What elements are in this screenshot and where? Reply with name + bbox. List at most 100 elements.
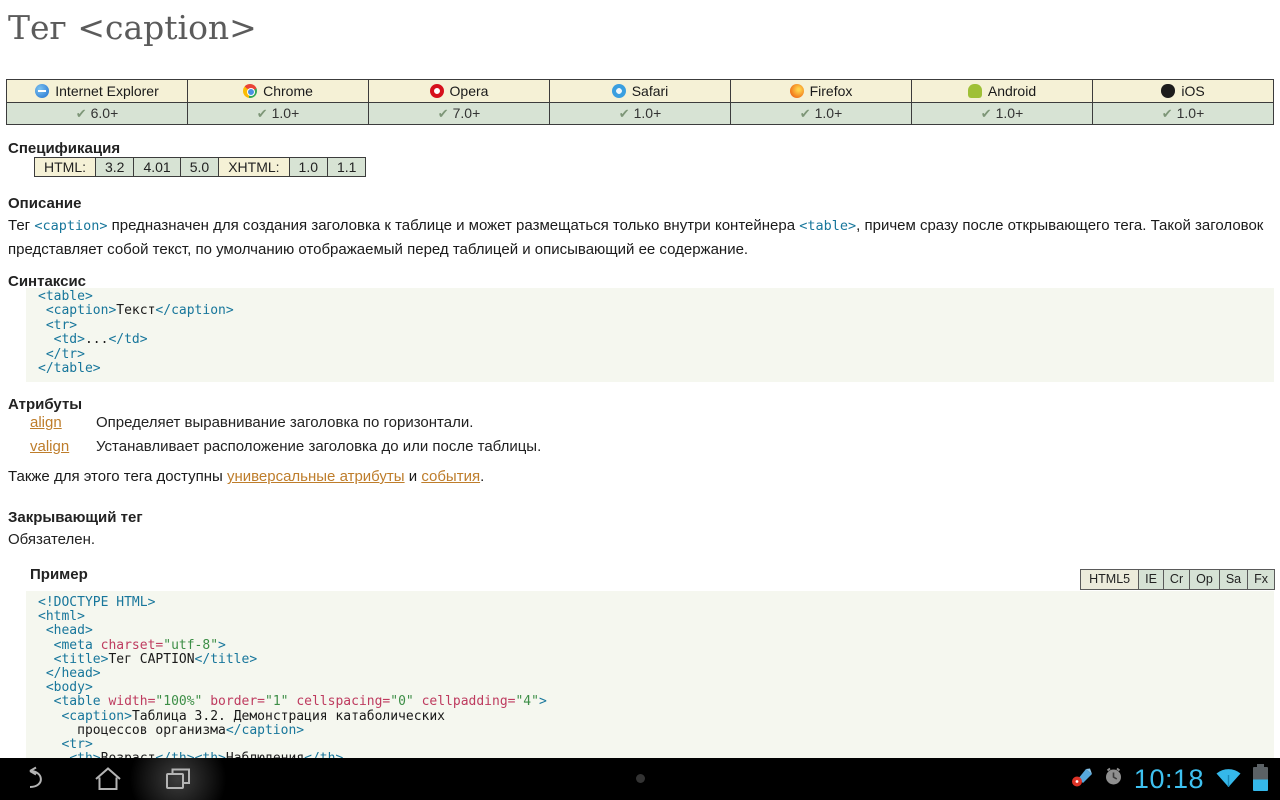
- closing-tag-heading: Закрывающий тег: [8, 509, 143, 526]
- code-line: <caption>Текст</caption>: [38, 304, 1274, 318]
- text-run: cellspacing=: [296, 694, 390, 709]
- text-run: и: [405, 468, 422, 485]
- inline-link[interactable]: универсальные атрибуты: [227, 468, 405, 485]
- wifi-icon: [1215, 766, 1242, 793]
- text-run: <tr>: [46, 318, 77, 333]
- spec-cell: 4.01: [134, 158, 180, 177]
- page-title: Тег <caption>: [8, 8, 257, 47]
- text-run: [38, 737, 61, 752]
- text-run: <caption>: [61, 709, 131, 724]
- attribute-description: Устанавливает расположение заголовка до …: [96, 438, 541, 455]
- code-line: <caption>Таблица 3.2. Демонстрация катаб…: [38, 710, 1274, 724]
- text-run: [38, 332, 54, 347]
- safari-icon: [612, 84, 626, 98]
- text-run: <meta: [54, 638, 101, 653]
- browser-version-cell: ✔6.0+: [7, 103, 188, 125]
- attributes-heading: Атрибуты: [8, 396, 82, 413]
- inline-code: <caption>: [34, 218, 107, 234]
- tab-op[interactable]: Op: [1189, 569, 1220, 590]
- syntax-code-block: <table> <caption>Текст</caption> <tr> <t…: [26, 288, 1274, 382]
- opera-icon: [430, 84, 444, 98]
- text-run: </table>: [38, 361, 101, 376]
- spec-cell: 1.0: [289, 158, 327, 177]
- text-run: [38, 623, 46, 638]
- code-line: </tr>: [38, 348, 1274, 362]
- code-line: <td>...</td>: [38, 333, 1274, 347]
- attribute-description: Определяет выравнивание заголовка по гор…: [96, 414, 473, 431]
- text-run: charset=: [101, 638, 164, 653]
- recents-icon: [163, 766, 193, 792]
- code-line: <tr>: [38, 738, 1274, 752]
- text-run: </head>: [46, 666, 101, 681]
- chrome-icon: [243, 84, 257, 98]
- check-icon: ✔: [800, 106, 811, 121]
- browser-header-cell: Opera: [369, 80, 550, 103]
- attribute-row: alignОпределяет выравнивание заголовка п…: [30, 414, 473, 431]
- tab-fx[interactable]: Fx: [1247, 569, 1275, 590]
- text-run: </td>: [108, 332, 147, 347]
- description-paragraph: Тег <caption> предназначен для создания …: [8, 214, 1272, 261]
- text-run: <title>: [54, 652, 109, 667]
- text-run: "4": [515, 694, 538, 709]
- browser-header-row: Internet ExplorerChromeOperaSafariFirefo…: [7, 80, 1274, 103]
- code-line: <title>Тег CAPTION</title>: [38, 653, 1274, 667]
- back-button[interactable]: [10, 758, 58, 800]
- browser-header-cell: Safari: [550, 80, 731, 103]
- text-run: </caption>: [226, 723, 304, 738]
- text-run: </th>: [155, 751, 194, 758]
- text-run: [38, 751, 69, 758]
- apple-icon: [1161, 84, 1175, 98]
- back-icon: [19, 766, 49, 792]
- text-run: [38, 638, 54, 653]
- specification-row: HTML:3.24.015.0XHTML:1.01.1: [35, 158, 366, 177]
- browser-version-cell: ✔1.0+: [912, 103, 1093, 125]
- tab-html5[interactable]: HTML5: [1080, 569, 1139, 590]
- text-run: [38, 347, 46, 362]
- code-line: </head>: [38, 667, 1274, 681]
- browser-name: Android: [988, 83, 1036, 99]
- text-run: <html>: [38, 609, 85, 624]
- text-run: [38, 680, 46, 695]
- text-run: <tr>: [61, 737, 92, 752]
- browser-version: 1.0+: [634, 105, 662, 121]
- recents-button[interactable]: [154, 758, 202, 800]
- tab-sa[interactable]: Sa: [1219, 569, 1248, 590]
- text-run: <!DOCTYPE HTML>: [38, 595, 155, 610]
- home-icon: [93, 766, 123, 792]
- check-icon: ✔: [981, 106, 992, 121]
- inline-link[interactable]: события: [421, 468, 480, 485]
- code-line: </table>: [38, 362, 1274, 376]
- tab-ie[interactable]: IE: [1138, 569, 1164, 590]
- universal-attributes-note: Также для этого тега доступны универсаль…: [8, 468, 484, 485]
- text-run: ...: [85, 332, 108, 347]
- browser-name: Internet Explorer: [55, 83, 159, 99]
- attribute-link-align[interactable]: align: [30, 414, 96, 431]
- text-run: Также для этого тега доступны: [8, 468, 227, 485]
- check-icon: ✔: [76, 106, 87, 121]
- description-heading: Описание: [8, 195, 81, 212]
- browser-version: 1.0+: [815, 105, 843, 121]
- code-line: <body>: [38, 681, 1274, 695]
- browser-version-row: ✔6.0+✔1.0+✔7.0+✔1.0+✔1.0+✔1.0+✔1.0+: [7, 103, 1274, 125]
- text-run: <table: [54, 694, 109, 709]
- browser-header-cell: iOS: [1093, 80, 1274, 103]
- browser-version: 1.0+: [272, 105, 300, 121]
- attribute-link-valign[interactable]: valign: [30, 438, 96, 455]
- check-icon: ✔: [257, 106, 268, 121]
- text-run: </caption>: [155, 303, 233, 318]
- tab-cr[interactable]: Cr: [1163, 569, 1190, 590]
- browser-support-table: Internet ExplorerChromeOperaSafariFirefo…: [6, 79, 1274, 125]
- browser-header-cell: Internet Explorer: [7, 80, 188, 103]
- text-run: [38, 666, 46, 681]
- browser-version-cell: ✔1.0+: [1093, 103, 1274, 125]
- text-run: предназначен для создания заголовка к та…: [107, 217, 799, 234]
- text-run: "1": [265, 694, 288, 709]
- text-run: .: [480, 468, 484, 485]
- text-run: [38, 694, 54, 709]
- example-heading: Пример: [30, 566, 88, 583]
- text-run: [414, 694, 422, 709]
- attribute-row: valignУстанавливает расположение заголов…: [30, 438, 541, 455]
- check-icon: ✔: [619, 106, 630, 121]
- code-line: <head>: [38, 624, 1274, 638]
- home-button[interactable]: [84, 758, 132, 800]
